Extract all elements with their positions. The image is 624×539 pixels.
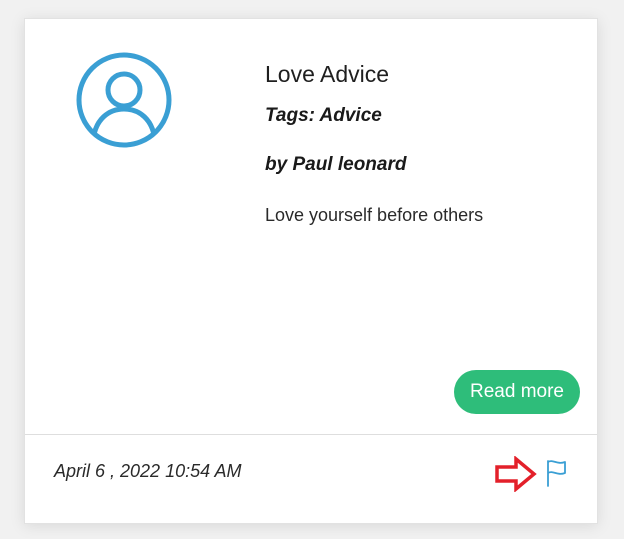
read-more-button[interactable]: Read more xyxy=(454,370,580,414)
post-author: by Paul leonard xyxy=(265,154,407,175)
post-card: Love Advice Tags: Advice by Paul leonard… xyxy=(24,18,598,524)
post-excerpt: Love yourself before others xyxy=(265,205,484,225)
post-tags: Tags: Advice xyxy=(265,105,382,126)
flag-icon[interactable] xyxy=(544,458,570,488)
post-date: April 6 , 2022 10:54 AM xyxy=(54,461,242,481)
card-divider xyxy=(25,434,597,435)
post-title: Love Advice xyxy=(265,61,390,87)
user-avatar-icon xyxy=(73,49,175,151)
red-arrow-right-icon xyxy=(494,455,538,493)
